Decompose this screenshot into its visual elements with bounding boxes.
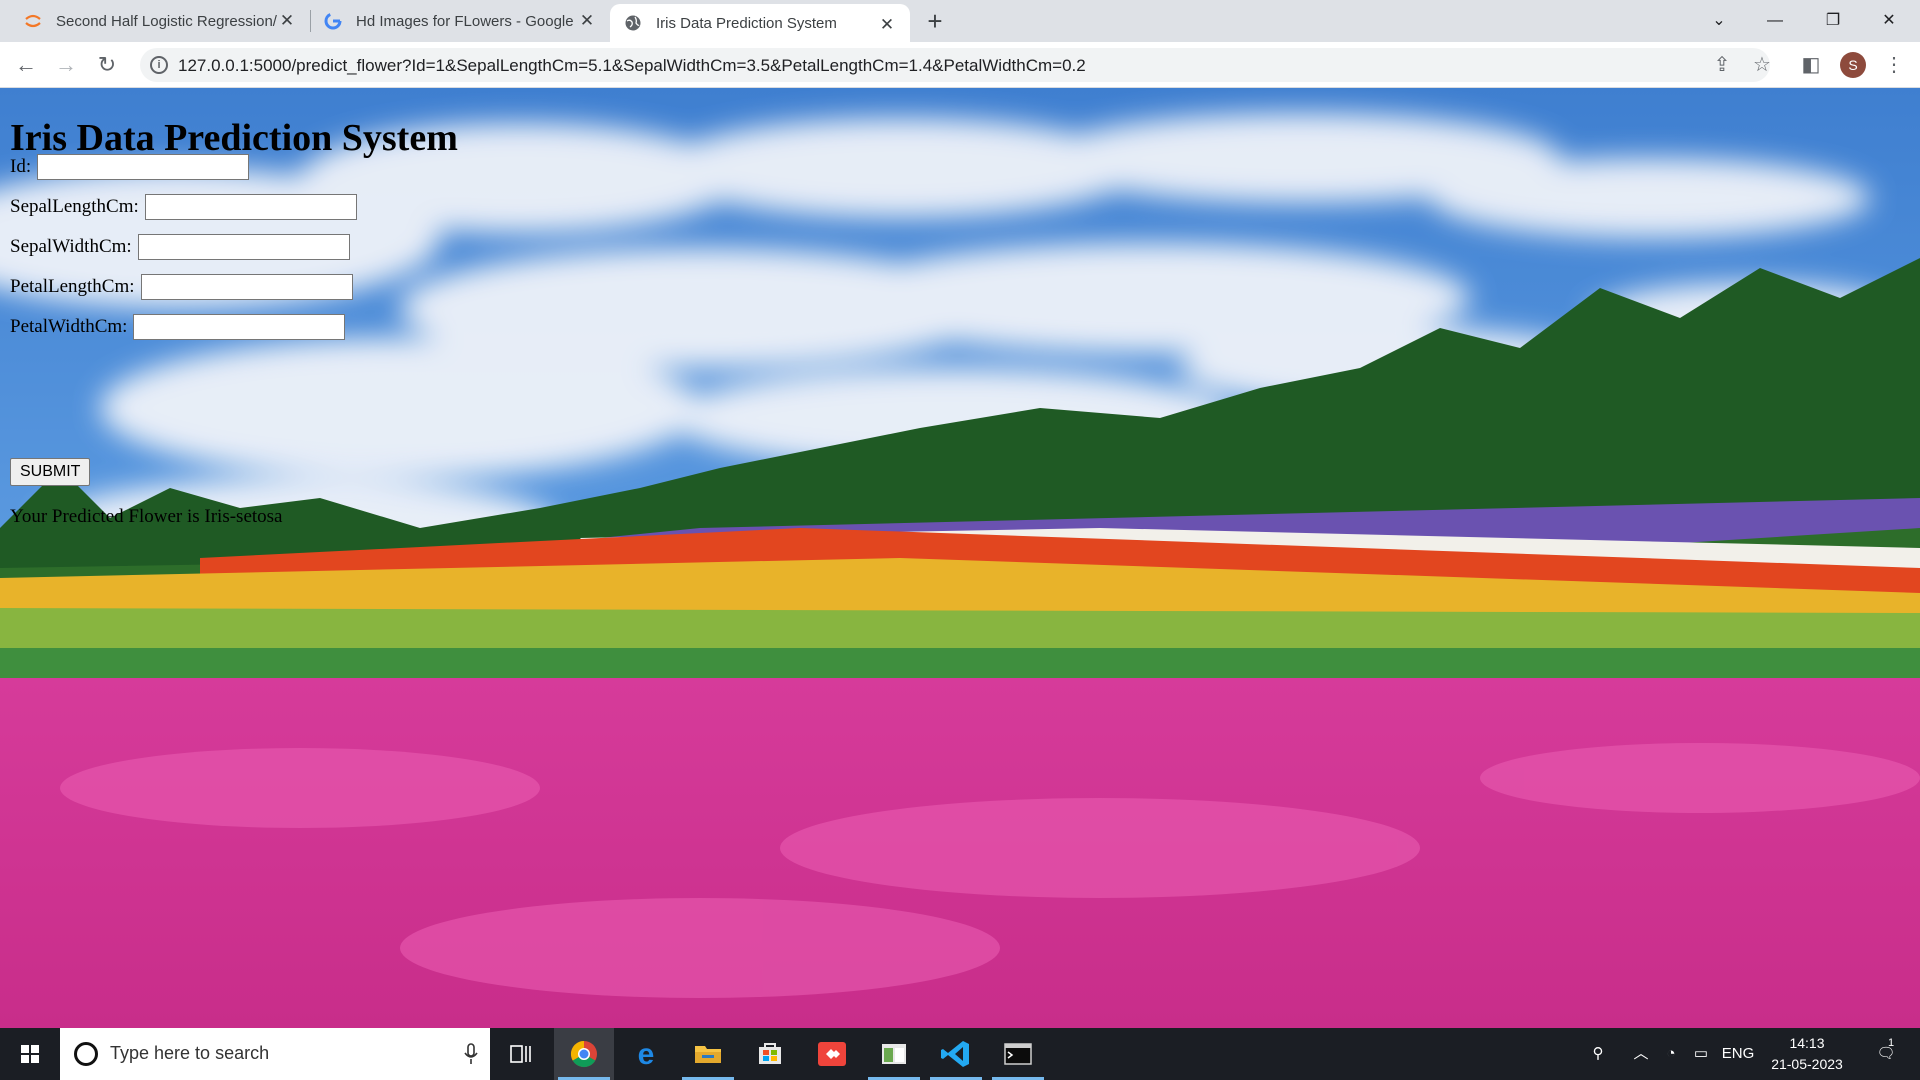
close-icon[interactable]: ✕ [278,12,296,30]
tab-strip: Second Half Logistic Regression/ ✕ Hd Im… [0,0,1920,42]
sepal-length-input[interactable] [144,194,357,220]
profile-avatar[interactable]: S [1840,52,1866,78]
petal-width-input[interactable] [133,314,346,340]
field-label-sepal-width: SepalWidthCm: [10,236,132,257]
side-panel-icon[interactable]: ◧ [1797,51,1825,79]
cortana-icon [74,1042,98,1066]
search-placeholder: Type here to search [110,1043,270,1063]
taskbar-file-explorer[interactable] [678,1028,738,1080]
petal-length-input[interactable] [140,274,353,300]
field-label-id: Id: [10,156,32,177]
people-icon[interactable]: ⚲ [1580,1028,1616,1080]
microphone-icon[interactable] [464,1042,478,1066]
terminal-icon [1004,1043,1032,1065]
page-viewport: Iris Data Prediction System Id: SepalLen… [0,88,1920,1028]
svg-text:e: e [638,1038,655,1071]
google-icon [324,12,342,30]
taskbar-anydesk[interactable] [802,1028,862,1080]
taskbar-app-window[interactable] [864,1028,924,1080]
task-view-button[interactable] [490,1028,550,1080]
windows-taskbar: Type here to search e ⚲ ︿ ◔ ▭ ENG 14:13 … [0,1028,1920,1080]
url-text[interactable]: 127.0.0.1:5000/predict_flower?Id=1&Sepal… [178,56,1086,76]
close-window-icon[interactable]: ✕ [1866,6,1912,36]
browser-toolbar: ← → ↻ i 127.0.0.1:5000/predict_flower?Id… [0,42,1920,88]
taskbar-search-box[interactable]: Type here to search [60,1028,490,1080]
tab-google-images[interactable]: Hd Images for FLowers - Google ✕ [310,0,610,42]
tab-title: Hd Images for FLowers - Google [356,12,574,30]
start-button[interactable] [0,1028,60,1080]
tab-search-chevron-icon[interactable]: ⌄ [1696,6,1742,36]
jupyter-icon [25,14,41,28]
notification-center-icon[interactable]: 🗨 1 [1864,1028,1908,1080]
app-window-icon [882,1044,906,1064]
windows-logo-icon [21,1045,39,1063]
notification-count: 1 [1888,1037,1895,1049]
back-arrow-icon[interactable]: ← [12,51,40,79]
store-bag-icon [759,1043,781,1064]
tab-logistic-regression[interactable]: Second Half Logistic Regression/ ✕ [10,0,310,42]
anydesk-icon [818,1042,846,1066]
clock-date: 21-05-2023 [1771,1056,1843,1072]
clock[interactable]: 14:13 21-05-2023 [1762,1033,1852,1075]
form-row-sepal-length: SepalLengthCm: [10,194,357,220]
field-label-petal-length: PetalLengthCm: [10,276,135,297]
tray-chevron-icon[interactable]: ︿ [1626,1028,1656,1080]
taskbar-terminal[interactable] [988,1028,1048,1080]
field-label-sepal-length: SepalLengthCm: [10,196,139,217]
taskbar-store[interactable] [740,1028,800,1080]
share-icon[interactable]: ⇪ [1708,51,1736,79]
close-icon[interactable]: ✕ [578,12,596,30]
network-icon[interactable]: ◔ [1656,1028,1686,1080]
chrome-icon [570,1040,597,1068]
taskbar-edge[interactable]: e [616,1028,676,1080]
clock-time: 14:13 [1789,1035,1825,1051]
edge-icon: e [638,1038,655,1071]
globe-icon [625,15,641,31]
flower-field-background [0,88,1920,1028]
language-indicator[interactable]: ENG [1716,1028,1760,1080]
address-bar[interactable]: i 127.0.0.1:5000/predict_flower?Id=1&Sep… [140,48,1770,82]
form-row-sepal-width: SepalWidthCm: [10,234,350,260]
tab-iris-prediction[interactable]: Iris Data Prediction System ✕ [610,4,910,42]
task-view-icon [510,1045,531,1063]
vscode-icon [941,1041,969,1067]
new-tab-button[interactable]: + [922,8,948,35]
bookmark-star-icon[interactable]: ☆ [1748,51,1776,79]
folder-icon [695,1046,721,1063]
tab-title: Iris Data Prediction System [656,14,837,32]
kebab-menu-icon[interactable]: ⋮ [1880,51,1908,79]
site-info-icon[interactable]: i [150,56,168,74]
field-label-petal-width: PetalWidthCm: [10,316,128,337]
minimize-icon[interactable]: — [1752,6,1798,36]
sepal-width-input[interactable] [137,234,350,260]
submit-button[interactable]: SUBMIT [10,458,91,486]
id-input[interactable] [37,154,250,180]
taskbar-chrome[interactable] [554,1028,614,1080]
taskbar-vscode[interactable] [926,1028,986,1080]
tab-title: Second Half Logistic Regression/ [56,12,277,30]
battery-icon[interactable]: ▭ [1686,1028,1716,1080]
form-row-petal-length: PetalLengthCm: [10,274,353,300]
prediction-result: Your Predicted Flower is Iris-setosa [10,506,283,527]
reload-icon[interactable]: ↻ [93,51,121,79]
form-row-petal-width: PetalWidthCm: [10,314,346,340]
close-icon[interactable]: ✕ [878,16,896,34]
form-row-id: Id: [10,154,250,180]
forward-arrow-icon[interactable]: → [52,51,80,79]
restore-icon[interactable]: ❐ [1810,6,1856,36]
